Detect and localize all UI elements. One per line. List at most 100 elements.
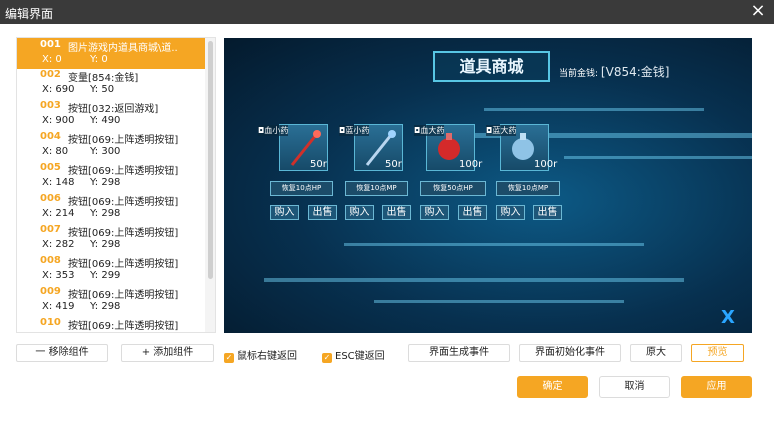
generate-event-button[interactable]: 界面生成事件: [408, 344, 510, 362]
list-item[interactable]: 003 按钮[032:返回游戏] X: 900 Y: 490: [17, 99, 206, 130]
item-tag: ◘蓝小药: [339, 125, 370, 136]
light-streak: [344, 243, 644, 246]
title-bar: 编辑界面 ×: [0, 0, 774, 24]
item-x: X: 353: [42, 270, 75, 281]
list-item[interactable]: 005 按钮[069:上阵透明按钮] X: 148 Y: 298: [17, 161, 206, 192]
list-item[interactable]: 006 按钮[069:上阵透明按钮] X: 214 Y: 298: [17, 192, 206, 223]
light-streak: [264, 278, 684, 282]
list-scrollbar[interactable]: [205, 38, 215, 332]
cancel-button[interactable]: 取消: [599, 376, 670, 398]
item-price: 50r: [385, 159, 402, 170]
item-tag: ◘血大药: [414, 125, 445, 136]
item-name: 按钮[069:上阵透明按钮]: [68, 197, 179, 208]
preview-button[interactable]: 预览: [691, 344, 744, 362]
item-x: X: 690: [42, 84, 75, 95]
light-streak: [484, 108, 704, 111]
coins-value: [V854:金钱]: [600, 65, 670, 79]
ok-button[interactable]: 确定: [517, 376, 588, 398]
list-item[interactable]: 004 按钮[069:上阵透明按钮] X: 80 Y: 300: [17, 130, 206, 161]
item-name: 图片游戏内道具商城\道..: [68, 43, 178, 54]
item-name: 按钮[069:上阵透明按钮]: [68, 228, 179, 239]
item-number: 009: [40, 286, 61, 297]
item-number: 004: [40, 131, 61, 142]
item-y: Y: 298: [90, 239, 121, 250]
item-desc: 恢复10点MP: [496, 181, 560, 196]
item-price: 50r: [310, 159, 327, 170]
item-y: Y: 300: [90, 146, 121, 157]
item-name: 按钮[032:返回游戏]: [68, 104, 159, 115]
checkbox-label: ESC键返回: [335, 351, 385, 362]
init-event-button[interactable]: 界面初始化事件: [519, 344, 621, 362]
item-y: Y: 490: [90, 115, 121, 126]
list-item[interactable]: 001 图片游戏内道具商城\道.. X: 0 Y: 0: [17, 38, 206, 69]
buy-button[interactable]: 购入: [420, 205, 449, 220]
sell-button[interactable]: 出售: [458, 205, 487, 220]
add-component-button[interactable]: + 添加组件: [121, 344, 214, 362]
item-number: 005: [40, 162, 61, 173]
buy-button[interactable]: 购入: [270, 205, 299, 220]
right-click-back-checkbox[interactable]: ✓ 鼠标右键返回: [224, 347, 297, 363]
item-number: 002: [40, 69, 61, 80]
item-name: 按钮[069:上阵透明按钮]: [68, 290, 179, 301]
item-x: X: 214: [42, 208, 75, 219]
item-y: Y: 299: [90, 270, 121, 281]
ui-preview-canvas: 道具商城 当前金钱: [V854:金钱] ◘血小药 50r 恢复10点HP 购入…: [224, 38, 752, 333]
item-name: 按钮[069:上阵透明按钮]: [68, 321, 179, 332]
item-number: 007: [40, 224, 61, 235]
sell-button[interactable]: 出售: [533, 205, 562, 220]
item-x: X: 900: [42, 115, 75, 126]
coins-label: 当前金钱:: [559, 69, 599, 79]
dialog-body: 001 图片游戏内道具商城\道.. X: 0 Y: 0 002 变量[854:金…: [0, 24, 774, 422]
item-x: X: 148: [42, 177, 75, 188]
check-icon: ✓: [224, 353, 234, 363]
item-name: 按钮[069:上阵透明按钮]: [68, 135, 179, 146]
list-item[interactable]: 008 按钮[069:上阵透明按钮] X: 353 Y: 299: [17, 254, 206, 285]
item-desc: 恢复10点MP: [345, 181, 408, 196]
item-price: 100r: [534, 159, 558, 170]
apply-button[interactable]: 应用: [681, 376, 752, 398]
list-item[interactable]: 009 按钮[069:上阵透明按钮] X: 419 Y: 298: [17, 285, 206, 316]
list-item[interactable]: 002 变量[854:金钱] X: 690 Y: 50: [17, 68, 206, 99]
item-name: 按钮[069:上阵透明按钮]: [68, 166, 179, 177]
item-x: X: 0: [42, 54, 62, 65]
item-name: 变量[854:金钱]: [68, 73, 139, 84]
sell-button[interactable]: 出售: [308, 205, 337, 220]
light-streak: [564, 156, 752, 159]
item-number: 006: [40, 193, 61, 204]
close-icon[interactable]: ×: [748, 1, 768, 21]
item-desc: 恢复10点HP: [270, 181, 333, 196]
item-y: Y: 0: [90, 54, 108, 65]
item-y: Y: 298: [90, 301, 121, 312]
item-number: 008: [40, 255, 61, 266]
item-name: 按钮[069:上阵透明按钮]: [68, 259, 179, 270]
remove-component-button[interactable]: 一 移除组件: [16, 344, 108, 362]
sell-button[interactable]: 出售: [382, 205, 411, 220]
list-item[interactable]: 007 按钮[069:上阵透明按钮] X: 282 Y: 298: [17, 223, 206, 254]
item-y: Y: 298: [90, 208, 121, 219]
coins-display: 当前金钱: [V854:金钱]: [559, 63, 669, 80]
buy-button[interactable]: 购入: [345, 205, 374, 220]
esc-back-checkbox[interactable]: ✓ ESC键返回: [322, 347, 385, 363]
checkbox-label: 鼠标右键返回: [237, 351, 297, 362]
item-x: X: 282: [42, 239, 75, 250]
check-icon: ✓: [322, 353, 332, 363]
shop-title: 道具商城: [433, 51, 550, 82]
item-tag: ◘血小药: [258, 125, 289, 136]
item-x: X: 419: [42, 301, 75, 312]
item-number: 003: [40, 100, 61, 111]
scrollbar-thumb[interactable]: [208, 41, 213, 279]
item-number: 001: [40, 39, 61, 50]
light-streak: [374, 300, 624, 303]
original-size-button[interactable]: 原大: [630, 344, 682, 362]
brand-logo-icon: X: [721, 307, 735, 328]
item-number: 010: [40, 317, 61, 328]
window-title: 编辑界面: [5, 7, 54, 21]
item-price: 100r: [459, 159, 483, 170]
item-desc: 恢复50点HP: [420, 181, 486, 196]
item-x: X: 80: [42, 146, 69, 157]
item-y: Y: 50: [90, 84, 115, 95]
list-item[interactable]: 010 按钮[069:上阵透明按钮]: [17, 316, 206, 332]
buy-button[interactable]: 购入: [496, 205, 525, 220]
component-list[interactable]: 001 图片游戏内道具商城\道.. X: 0 Y: 0 002 变量[854:金…: [16, 37, 216, 333]
item-y: Y: 298: [90, 177, 121, 188]
